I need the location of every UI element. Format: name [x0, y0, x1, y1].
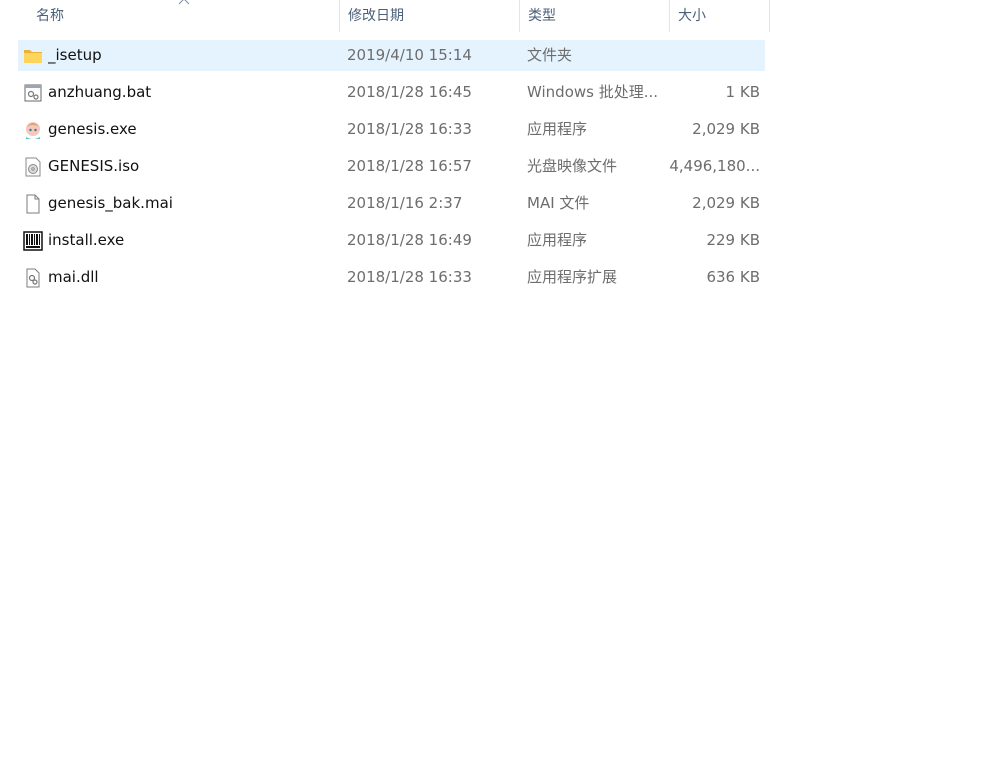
column-type-label: 类型 — [528, 8, 556, 24]
file-name: mai.dll — [48, 268, 99, 286]
genesis-app-icon — [23, 120, 43, 140]
file-size: 229 KB — [706, 231, 760, 249]
file-size — [668, 40, 760, 71]
folder-icon — [23, 46, 43, 66]
column-type-header[interactable]: 类型 — [520, 0, 670, 32]
file-row[interactable]: genesis.exe 2018/1/28 16:33 应用程序 2,029 K… — [18, 114, 765, 145]
file-name: GENESIS.iso — [48, 157, 140, 175]
file-row[interactable]: mai.dll 2018/1/28 16:33 应用程序扩展 636 KB — [18, 262, 765, 293]
file-date: 2018/1/28 16:49 — [347, 231, 472, 249]
file-type: 应用程序 — [527, 120, 588, 138]
sort-ascending-icon — [178, 0, 190, 5]
file-date: 2019/4/10 15:14 — [347, 46, 472, 64]
file-name: install.exe — [48, 231, 125, 249]
file-date: 2018/1/16 2:37 — [347, 194, 463, 212]
batch-file-icon — [23, 83, 43, 103]
disc-image-icon — [23, 157, 43, 177]
installer-icon — [23, 231, 43, 251]
file-name: anzhuang.bat — [48, 83, 152, 101]
file-name: _isetup — [48, 46, 102, 64]
file-type: MAI 文件 — [527, 194, 590, 212]
file-date: 2018/1/28 16:57 — [347, 157, 472, 175]
file-size: 2,029 KB — [692, 194, 760, 212]
blank-file-icon — [23, 194, 43, 214]
file-row[interactable]: _isetup 2019/4/10 15:14 文件夹 — [18, 40, 765, 71]
file-name: genesis.exe — [48, 120, 137, 138]
file-row[interactable]: install.exe 2018/1/28 16:49 应用程序 229 KB — [18, 225, 765, 256]
file-row[interactable]: genesis_bak.mai 2018/1/16 2:37 MAI 文件 2,… — [18, 188, 765, 219]
file-date: 2018/1/28 16:33 — [347, 268, 472, 286]
file-size: 4,496,180... — [669, 157, 760, 175]
file-type: 光盘映像文件 — [527, 157, 618, 175]
file-type: 应用程序 — [527, 231, 588, 249]
file-date: 2018/1/28 16:45 — [347, 83, 472, 101]
column-date-label: 修改日期 — [348, 8, 404, 24]
file-name: genesis_bak.mai — [48, 194, 173, 212]
column-date-header[interactable]: 修改日期 — [340, 0, 520, 32]
dll-file-icon — [23, 268, 43, 288]
column-size-header[interactable]: 大小 — [670, 0, 770, 32]
file-explorer: 名称 修改日期 类型 大小 _isetup 2019/4/10 15:14 文件 — [0, 0, 986, 768]
column-name-label: 名称 — [36, 8, 64, 24]
file-type: 文件夹 — [527, 46, 573, 64]
file-size: 1 KB — [725, 83, 760, 101]
column-size-label: 大小 — [678, 8, 706, 24]
file-row[interactable]: GENESIS.iso 2018/1/28 16:57 光盘映像文件 4,496… — [18, 151, 765, 182]
file-date: 2018/1/28 16:33 — [347, 120, 472, 138]
column-header: 名称 修改日期 类型 大小 — [0, 0, 770, 32]
file-type: 应用程序扩展 — [527, 268, 618, 286]
file-type: Windows 批处理... — [527, 83, 659, 101]
file-size: 2,029 KB — [692, 120, 760, 138]
file-row[interactable]: anzhuang.bat 2018/1/28 16:45 Windows 批处理… — [18, 77, 765, 108]
file-size: 636 KB — [706, 268, 760, 286]
